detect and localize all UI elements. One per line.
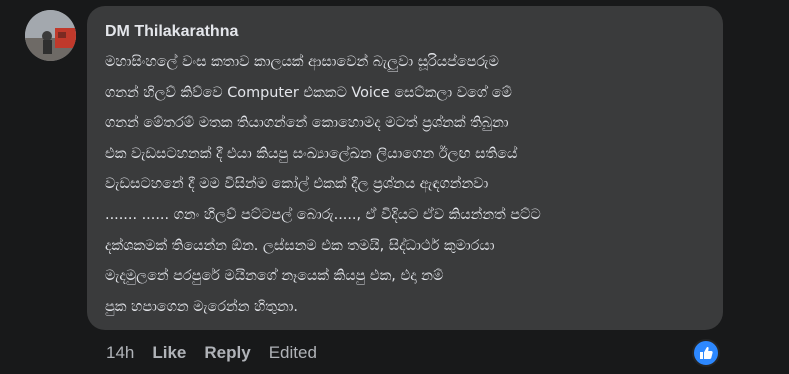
comment-text-line: ගනන් මේතරම් මතක තියාගන්නේ කොහොමද මටත් ප්… bbox=[105, 115, 509, 132]
thumbs-up-icon bbox=[700, 347, 713, 359]
timestamp-link[interactable]: 14h bbox=[106, 343, 134, 363]
comment-text-line: වැඩසටහනේ දී මම විසින්ම කෝල් එකක් දීල ප්‍… bbox=[105, 176, 489, 193]
comment-text-line: මහාසිංහලේ වංස කතාව කාලයක් ආසාවෙන් බැලුවා… bbox=[105, 54, 499, 70]
comment-actions: 14h Like Reply Edited bbox=[106, 341, 317, 365]
comment-text-line: දක්ශකමක් තියෙන්න ඕන. ලස්සනම එක තමයි, සිද… bbox=[105, 237, 495, 254]
comment: DM Thilakarathna මහාසිංහලේ වංස කතාව කාලය… bbox=[0, 0, 789, 374]
edited-link[interactable]: Edited bbox=[269, 343, 317, 363]
comment-text: මහාසිංහලේ වංස කතාව කාලයක් ආසාවෙන් බැලුවා… bbox=[105, 47, 710, 322]
comment-text-line: ගනන් හිලව් කිව්වෙ Computer එකකට Voice සෙ… bbox=[105, 84, 512, 101]
reply-button[interactable]: Reply bbox=[204, 343, 250, 363]
like-button[interactable]: Like bbox=[152, 343, 186, 363]
reaction-badge[interactable] bbox=[692, 339, 720, 367]
comment-text-line: ....... ...... ගනං හිලව් පට්ටපල් බොරු...… bbox=[105, 206, 541, 223]
comment-text-line: එක වැඩසටහනක් දී එයා කියපු සංඛ්‍යාලේඛන ලි… bbox=[105, 145, 518, 162]
comment-text-line: පුක හපාගෙන මැරෙන්න හිතුනා. bbox=[105, 298, 298, 315]
avatar-photo bbox=[25, 10, 76, 61]
avatar[interactable] bbox=[25, 10, 76, 61]
comment-text-line: මැදමුලනේ පරපුරේ මයිනගේ නෑයෙක් කියපු එක, … bbox=[105, 268, 444, 285]
comment-author[interactable]: DM Thilakarathna bbox=[105, 20, 238, 44]
